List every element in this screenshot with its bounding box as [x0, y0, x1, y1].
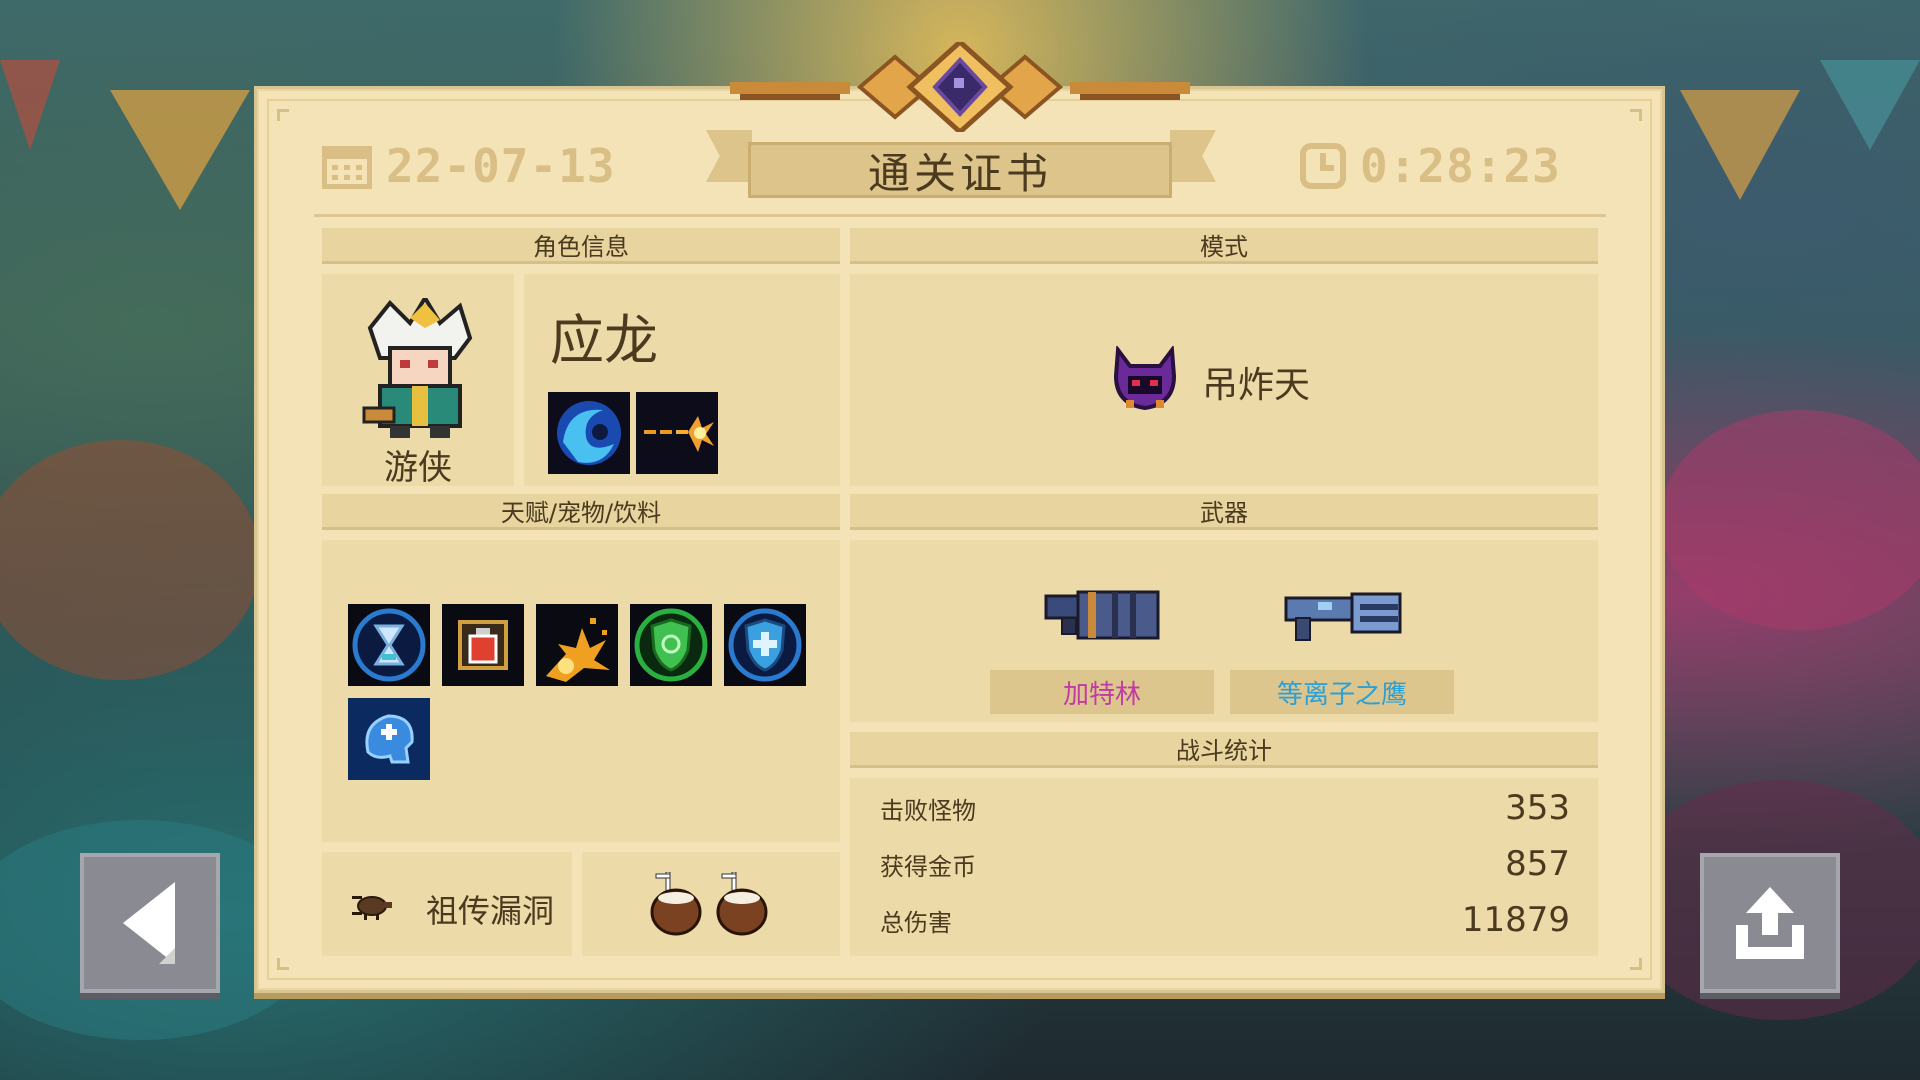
section-header-character-info: 角色信息: [322, 228, 840, 264]
coconut-drink-icon: [650, 872, 702, 936]
mode-name: 吊炸天: [1202, 365, 1311, 406]
frame-corner: [1630, 958, 1642, 970]
section-title: 模式: [1200, 233, 1248, 261]
section-title: 武器: [1200, 499, 1248, 527]
weapon-label-gatling: 加特林: [990, 670, 1214, 714]
section-header-weapons: 武器: [850, 494, 1598, 530]
coconut-drink-icon: [716, 872, 768, 936]
stat-label: 总伤害: [880, 908, 952, 937]
pet-name: 祖传漏洞: [426, 892, 555, 930]
section-title: 天赋/宠物/饮料: [500, 499, 662, 527]
talents-panel: [322, 540, 840, 842]
weapon-label-plasma-eagle: 等离子之鹰: [1230, 670, 1454, 714]
bug-pet-icon: [352, 896, 392, 920]
section-title: 角色信息: [533, 233, 629, 261]
stat-value: 11879: [1461, 900, 1570, 940]
section-header-battle-stats: 战斗统计: [850, 732, 1598, 768]
section-header-mode: 模式: [850, 228, 1598, 264]
section-title: 战斗统计: [1176, 737, 1272, 765]
time-text: 0:28:23: [1360, 139, 1561, 193]
header-divider: [314, 214, 1606, 217]
stat-value: 857: [1505, 844, 1570, 884]
green-shield-talent-icon: [630, 604, 712, 686]
frame-corner: [277, 109, 289, 121]
date-text: 22-07-13: [386, 139, 616, 193]
potion-bottle-talent-icon: [442, 604, 524, 686]
drinks-panel: [582, 852, 840, 956]
section-header-talents: 天赋/宠物/饮料: [322, 494, 840, 530]
stat-value: 353: [1505, 788, 1570, 828]
hourglass-talent-icon: [348, 604, 430, 686]
purple-demon-helmet-icon: [1113, 346, 1177, 411]
stat-row-damage: 总伤害 11879: [880, 892, 1570, 948]
stat-row-gold: 获得金币 857: [880, 836, 1570, 892]
completion-date: 22-07-13: [322, 138, 616, 194]
back-button[interactable]: [80, 853, 220, 993]
fire-burst-talent-icon: [536, 604, 618, 686]
certificate-title-text: 通关证书: [867, 148, 1052, 198]
calendar-icon: [322, 146, 372, 189]
blue-shield-talent-icon: [724, 604, 806, 686]
character-class: 游侠: [384, 448, 452, 488]
stat-label: 击败怪物: [880, 796, 976, 825]
water-vortex-skill-icon: [548, 392, 630, 474]
frame-corner: [1630, 109, 1642, 121]
completion-time: 0:28:23: [1300, 138, 1561, 194]
gatling-gun-icon: [1044, 590, 1160, 640]
weapons-panel: [850, 540, 1598, 722]
weapon-name: 加特林: [1062, 679, 1141, 710]
clock-icon: [1300, 143, 1346, 189]
back-arrow-icon: [123, 882, 175, 964]
stat-label: 获得金币: [880, 852, 976, 881]
stat-row-monsters: 击败怪物 353: [880, 780, 1570, 836]
weapon-name: 等离子之鹰: [1276, 679, 1407, 710]
plasma-eagle-gun-icon: [1284, 592, 1402, 641]
fire-dash-skill-icon: [636, 392, 718, 474]
frame-corner: [277, 958, 289, 970]
ranger-hero-icon: [362, 298, 473, 438]
brain-talent-icon: [348, 698, 430, 780]
certificate-title: 通关证书: [748, 142, 1172, 198]
gem-ornament-icon: [730, 42, 1190, 132]
share-upload-icon: [1736, 887, 1804, 959]
character-name: 应龙: [550, 309, 658, 372]
share-button[interactable]: [1700, 853, 1840, 993]
